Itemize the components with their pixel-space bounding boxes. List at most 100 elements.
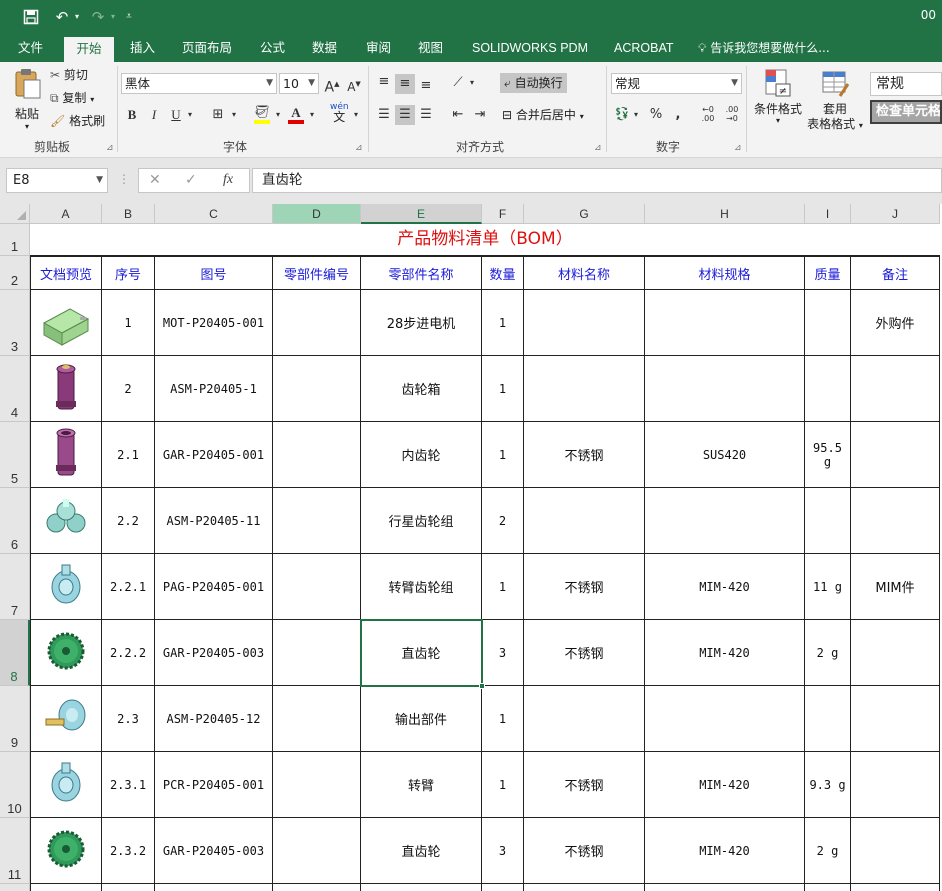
seq-cell[interactable]: 2.2.1 [102, 554, 155, 620]
part-no-cell[interactable] [273, 554, 361, 620]
tab-review[interactable]: 审阅 [358, 34, 399, 62]
undo-icon[interactable]: ↶ [50, 6, 74, 28]
align-left-icon[interactable]: ☰ [374, 105, 394, 125]
percent-button[interactable]: % [646, 105, 666, 125]
mass-cell[interactable] [805, 290, 851, 356]
qty-cell[interactable]: 1 [482, 554, 524, 620]
empty-cell[interactable] [102, 884, 155, 891]
header-drawing[interactable]: 图号 [155, 256, 273, 290]
empty-cell[interactable] [273, 884, 361, 891]
qty-cell[interactable]: 2 [482, 488, 524, 554]
row-header-6[interactable]: 6 [0, 488, 30, 554]
row-header-7[interactable]: 7 [0, 554, 30, 620]
seq-cell[interactable]: 2.3.1 [102, 752, 155, 818]
row-header-8[interactable]: 8 [0, 620, 30, 686]
fill-color-button[interactable]: 🪣︎ [252, 103, 272, 124]
preview-cell[interactable] [30, 818, 102, 884]
tab-acrobat[interactable]: ACROBAT [606, 34, 682, 62]
font-launcher-icon[interactable]: ⊿ [355, 143, 363, 153]
mass-cell[interactable]: 2 g [805, 620, 851, 686]
cancel-icon[interactable]: ✕ [149, 172, 161, 188]
material-cell[interactable] [524, 290, 645, 356]
row-header-3[interactable]: 3 [0, 290, 30, 356]
comma-button[interactable]: , [668, 105, 688, 125]
row-header-5[interactable]: 5 [0, 422, 30, 488]
qty-cell[interactable]: 3 [482, 818, 524, 884]
decrease-indent-icon[interactable]: ⇤ [448, 105, 468, 125]
qty-cell[interactable]: 1 [482, 422, 524, 488]
column-header-d[interactable]: D [273, 204, 361, 224]
decrease-decimal-icon[interactable]: .00 →0 [722, 105, 742, 125]
column-header-a[interactable]: A [30, 204, 102, 224]
note-cell[interactable] [851, 686, 940, 752]
note-cell[interactable] [851, 818, 940, 884]
qty-cell[interactable]: 1 [482, 686, 524, 752]
preview-cell[interactable] [30, 554, 102, 620]
header-note[interactable]: 备注 [851, 256, 940, 290]
tab-data[interactable]: 数据 [304, 34, 345, 62]
seq-cell[interactable]: 2 [102, 356, 155, 422]
column-header-f[interactable]: F [482, 204, 524, 224]
empty-cell[interactable] [805, 884, 851, 891]
format-painter-button[interactable]: 🖌︎ 格式刷 [50, 112, 105, 130]
tab-file[interactable]: 文件 [10, 34, 51, 62]
part-no-cell[interactable] [273, 488, 361, 554]
note-cell[interactable]: 外购件 [851, 290, 940, 356]
part-name-cell[interactable]: 内齿轮 [361, 422, 482, 488]
seq-cell[interactable]: 2.1 [102, 422, 155, 488]
part-no-cell[interactable] [273, 356, 361, 422]
seq-cell[interactable]: 1 [102, 290, 155, 356]
mass-cell[interactable]: 11 g [805, 554, 851, 620]
alignment-launcher-icon[interactable]: ⊿ [594, 143, 602, 153]
part-no-cell[interactable] [273, 620, 361, 686]
number-launcher-icon[interactable]: ⊿ [734, 143, 742, 153]
column-header-j[interactable]: J [851, 204, 940, 224]
save-icon[interactable] [20, 6, 42, 28]
material-cell[interactable]: 不锈钢 [524, 422, 645, 488]
note-cell[interactable]: MIM件 [851, 554, 940, 620]
spec-cell[interactable]: SUS420 [645, 422, 805, 488]
row-header-11[interactable]: 11 [0, 818, 30, 884]
material-cell[interactable]: 不锈钢 [524, 818, 645, 884]
preview-cell[interactable] [30, 290, 102, 356]
column-header-c[interactable]: C [155, 204, 273, 224]
insert-function-icon[interactable]: fx [223, 172, 233, 188]
grow-font-button[interactable]: A▲ [322, 74, 342, 96]
wrap-text-button[interactable]: ⤶ 自动换行 [500, 73, 567, 93]
drawing-cell[interactable]: GAR-P20405-001 [155, 422, 273, 488]
column-header-h[interactable]: H [645, 204, 805, 224]
tab-home[interactable]: 开始 [64, 37, 114, 62]
part-name-cell[interactable]: 行星齿轮组 [361, 488, 482, 554]
empty-cell[interactable] [30, 884, 102, 891]
borders-dropdown-icon[interactable]: ▾ [228, 105, 240, 125]
empty-cell[interactable] [482, 884, 524, 891]
borders-icon[interactable]: ⊞ [208, 105, 228, 125]
conditional-format-button[interactable]: ≠ 条件格式 ▾ [750, 68, 806, 125]
qty-cell[interactable]: 1 [482, 356, 524, 422]
empty-cell[interactable] [155, 884, 273, 891]
undo-dropdown-icon[interactable]: ▾ [72, 6, 82, 28]
spec-cell[interactable]: MIM-420 [645, 554, 805, 620]
row-header-9[interactable]: 9 [0, 686, 30, 752]
cut-button[interactable]: ✂ 剪切 [50, 66, 88, 84]
header-seq[interactable]: 序号 [102, 256, 155, 290]
material-cell[interactable] [524, 488, 645, 554]
part-name-cell[interactable]: 转臂齿轮组 [361, 554, 482, 620]
part-no-cell[interactable] [273, 686, 361, 752]
copy-button[interactable]: ⧉ 复制 ▾ [50, 89, 94, 109]
note-cell[interactable] [851, 752, 940, 818]
part-no-cell[interactable] [273, 422, 361, 488]
row-header-1[interactable]: 1 [0, 224, 30, 256]
qty-cell[interactable]: 3 [482, 620, 524, 686]
note-cell[interactable] [851, 422, 940, 488]
seq-cell[interactable]: 2.2 [102, 488, 155, 554]
align-right-icon[interactable]: ☰ [416, 105, 436, 125]
fill-color-dropdown-icon[interactable]: ▾ [272, 105, 284, 125]
part-name-cell[interactable]: 输出部件 [361, 686, 482, 752]
mass-cell[interactable]: 9.3 g [805, 752, 851, 818]
column-header-g[interactable]: G [524, 204, 645, 224]
select-all-corner[interactable] [0, 204, 30, 224]
bold-button[interactable]: B [122, 105, 142, 125]
preview-cell[interactable] [30, 422, 102, 488]
header-preview[interactable]: 文档预览 [30, 256, 102, 290]
